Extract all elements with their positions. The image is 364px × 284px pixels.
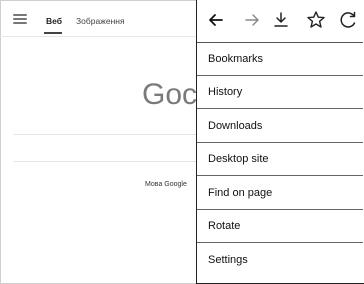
search-box-top-edge[interactable]: [14, 134, 196, 135]
page-top-bar: Веб Зображення: [0, 0, 196, 37]
menu-item-rotate[interactable]: Rotate: [197, 210, 363, 243]
download-icon[interactable]: [270, 9, 292, 31]
reload-icon[interactable]: [337, 9, 359, 31]
bookmark-star-icon[interactable]: [305, 9, 327, 31]
tab-images[interactable]: Зображення: [76, 16, 125, 26]
menu-toolbar: [197, 0, 363, 43]
menu-item-desktop-site[interactable]: Desktop site: [197, 143, 363, 176]
browser-overflow-menu: Bookmarks History Downloads Desktop site…: [196, 0, 364, 284]
search-box-bottom-edge: [14, 161, 196, 162]
hamburger-menu-icon[interactable]: [13, 14, 27, 24]
tab-web[interactable]: Веб: [46, 16, 62, 26]
menu-item-find-on-page[interactable]: Find on page: [197, 177, 363, 210]
top-divider: [0, 36, 196, 37]
menu-item-downloads[interactable]: Downloads: [197, 110, 363, 143]
google-logo: Goc: [142, 78, 198, 111]
menu-item-history[interactable]: History: [197, 76, 363, 109]
forward-arrow-icon[interactable]: [241, 9, 263, 31]
language-link[interactable]: Мова Google: [145, 181, 187, 188]
menu-item-bookmarks[interactable]: Bookmarks: [197, 43, 363, 76]
back-arrow-icon[interactable]: [205, 9, 227, 31]
menu-item-settings[interactable]: Settings: [197, 244, 363, 277]
active-tab-indicator: [44, 32, 62, 34]
